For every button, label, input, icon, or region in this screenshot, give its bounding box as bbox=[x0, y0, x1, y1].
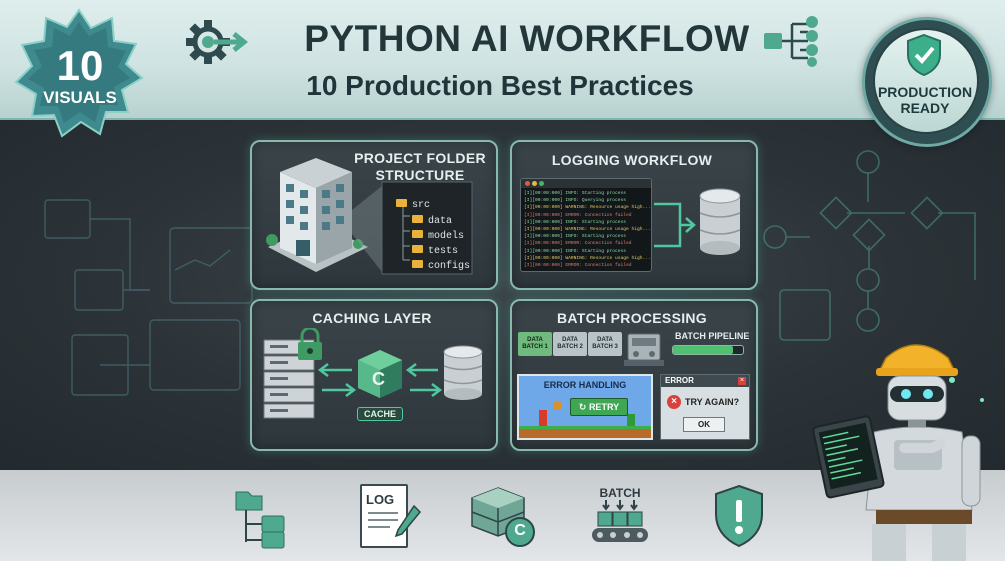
lock-icon bbox=[298, 328, 322, 360]
log-line: [I][00:00:000] ERROR: Connection failed bbox=[524, 241, 632, 247]
batch-pipeline-label: BATCH PIPELINE bbox=[675, 331, 750, 341]
error-handling-title: ERROR HANDLING bbox=[543, 380, 627, 390]
ok-button[interactable]: OK bbox=[683, 417, 725, 432]
close-icon[interactable]: × bbox=[738, 377, 746, 385]
cache-cube-letter: C bbox=[372, 369, 385, 389]
folder-icon bbox=[412, 260, 423, 268]
log-file-label: LOG bbox=[366, 492, 395, 507]
log-line: [I][00:00:000] INFO: Starting process bbox=[524, 248, 626, 254]
folder-icon bbox=[412, 230, 423, 238]
refresh-icon: ↻ bbox=[578, 402, 589, 412]
visuals-badge-label: VISUALS bbox=[43, 88, 117, 107]
character-sprite bbox=[539, 410, 547, 426]
folder-icon bbox=[396, 199, 407, 207]
log-line: [I][00:00:000] ERROR: Connection failed bbox=[524, 263, 632, 269]
log-line: [I][00:00:000] ERROR: Connection failed bbox=[524, 212, 632, 218]
log-line: [I][00:00:000] INFO: Starting process bbox=[524, 191, 626, 196]
batch-folder-3: DATA BATCH 3 bbox=[588, 332, 622, 356]
error-dialog-message: TRY AGAIN? bbox=[685, 397, 740, 407]
batch-folder-1: DATA BATCH 1 bbox=[518, 332, 552, 356]
log-line: [I][00:00:000] WARNING: Resource usage h… bbox=[524, 227, 651, 233]
batch-machine-icon bbox=[624, 333, 664, 366]
log-terminal: [I][00:00:000] INFO: Starting process [I… bbox=[520, 178, 652, 272]
batch-conveyor-icon bbox=[592, 500, 648, 542]
database-icon bbox=[699, 188, 741, 255]
cache-icon-letter: C bbox=[514, 522, 526, 539]
folder-structure-icon bbox=[235, 491, 285, 549]
gear-arrow-icon bbox=[186, 20, 249, 64]
logging-card-title: LOGGING WORKFLOW bbox=[551, 152, 713, 168]
cache-database-icon bbox=[471, 487, 535, 547]
folder-configs[interactable]: configs bbox=[412, 255, 470, 273]
cache-label: CACHE bbox=[357, 407, 404, 421]
folder-icon bbox=[412, 245, 423, 253]
retry-button[interactable]: ↻ RETRY bbox=[570, 398, 628, 416]
production-ready-line1: PRODUCTION bbox=[877, 84, 973, 100]
caching-card-title: CACHING LAYER bbox=[312, 310, 432, 326]
folder-icon bbox=[412, 215, 423, 223]
log-to-database-arrows bbox=[654, 188, 741, 255]
log-line: [I][00:00:000] INFO: Querying process bbox=[524, 198, 626, 204]
log-line: [I][00:00:000] INFO: Starting process bbox=[524, 234, 626, 240]
robot-engineer-illustration bbox=[812, 344, 984, 561]
batch-folder-2: DATA BATCH 2 bbox=[553, 332, 587, 356]
page-subtitle: 10 Production Best Practices bbox=[306, 70, 694, 101]
production-ready-line2: READY bbox=[900, 100, 950, 116]
pencil-icon bbox=[394, 504, 422, 538]
database-icon bbox=[443, 345, 483, 400]
visuals-badge-number: 10 bbox=[56, 42, 104, 89]
batch-icon-label: BATCH bbox=[599, 486, 641, 500]
log-line: [I][00:00:000] WARNING: Resource usage h… bbox=[524, 205, 651, 211]
network-icon bbox=[764, 16, 818, 67]
page-title: PYTHON AI WORKFLOW bbox=[304, 18, 750, 59]
log-line: [I][00:00:000] INFO: Starting process bbox=[524, 219, 626, 225]
shield-alert-icon bbox=[715, 484, 763, 548]
batch-card-title: BATCH PROCESSING bbox=[557, 310, 707, 326]
error-dialog-title: ERROR bbox=[665, 376, 694, 385]
log-line: [I][00:00:000] WARNING: Resource usage h… bbox=[524, 255, 651, 261]
error-x-icon: × bbox=[667, 395, 681, 409]
shield-check-icon bbox=[907, 33, 941, 77]
error-dialog: ERROR × × TRY AGAIN? OK bbox=[660, 374, 750, 440]
batch-pipeline-progress bbox=[672, 345, 744, 355]
